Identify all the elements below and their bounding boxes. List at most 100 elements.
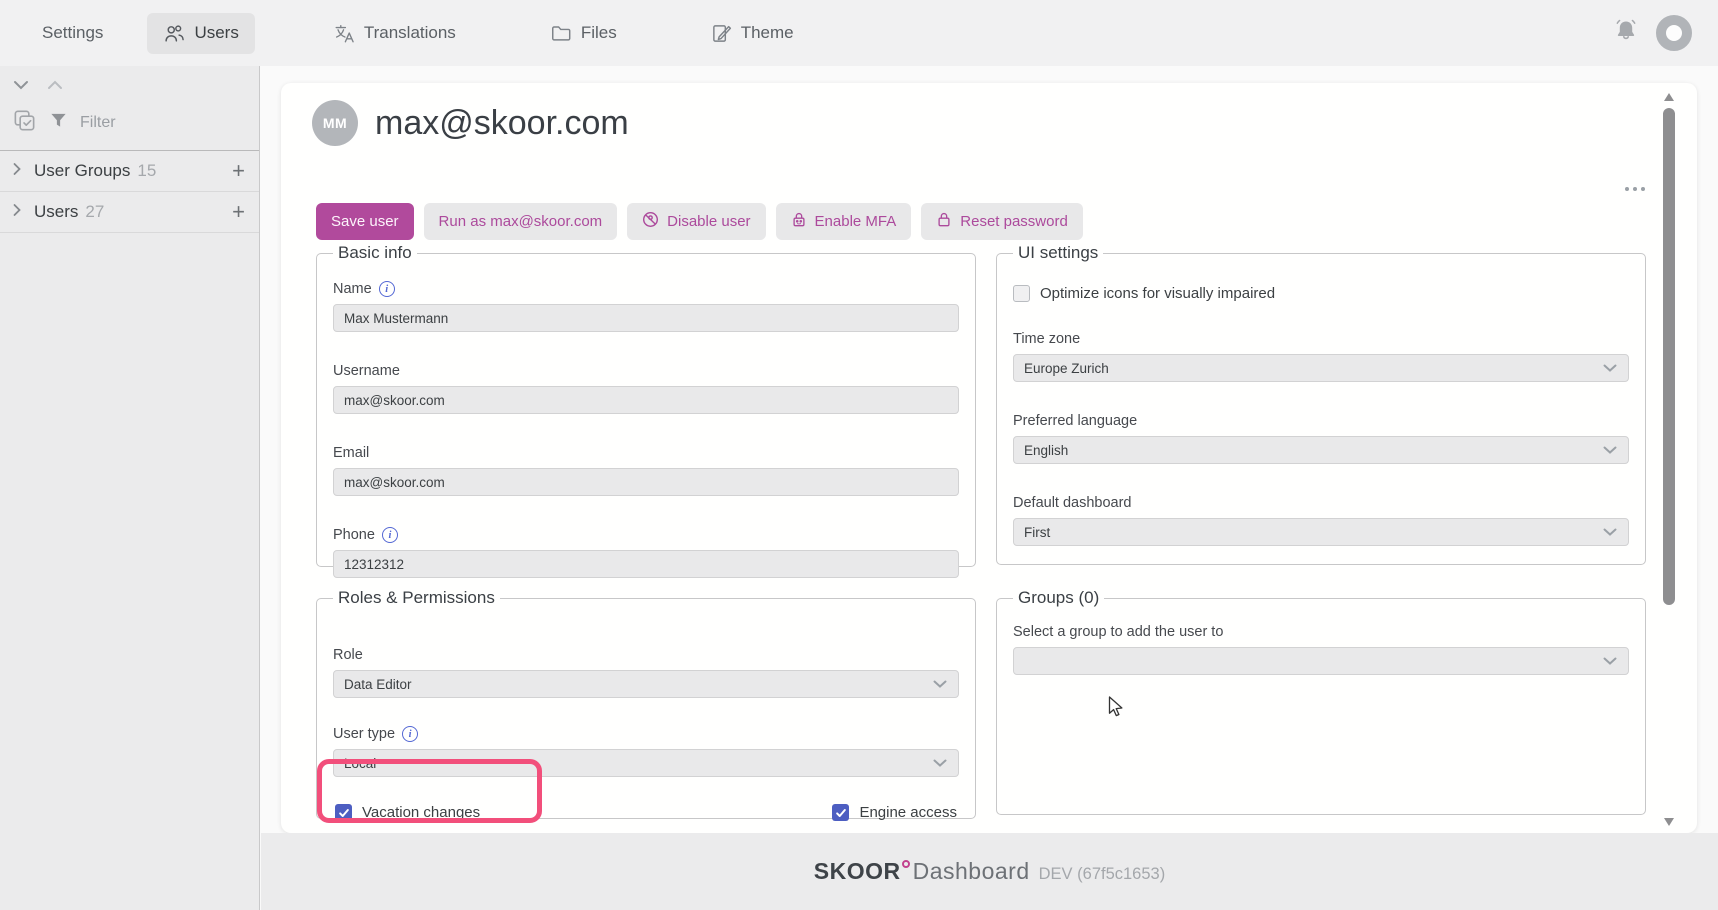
language-select[interactable]: English [1013,436,1629,464]
checkbox-checked[interactable] [832,804,849,821]
logo-product-text: Dashboard [913,858,1030,885]
username-field[interactable] [333,386,959,414]
disable-user-button[interactable]: Disable user [627,203,765,240]
checkbox-label: Engine access [859,804,957,821]
checkbox-label: Vacation changes [362,804,480,821]
ui-settings-section: UI settings Optimize icons for visually … [996,243,1646,565]
chevron-right-icon[interactable] [12,161,22,181]
logo-degree-icon [902,860,910,868]
sidebar-item-user-groups[interactable]: User Groups 15 + [0,151,259,192]
sidebar-item-users[interactable]: Users 27 + [0,192,259,233]
info-icon[interactable]: i [402,726,418,742]
field-label: Preferred language [1013,413,1137,429]
lock-icon [791,211,807,232]
tab-translations[interactable]: Translations [317,13,472,54]
chevron-down-icon [932,678,948,693]
sidebar-item-label: User Groups [34,161,130,181]
optimize-icons-checkbox-row[interactable]: Optimize icons for visually impaired [1013,285,1629,302]
checkbox-checked[interactable] [335,804,352,821]
tab-theme[interactable]: Theme [695,13,810,54]
sidebar: Filter User Groups 15 + Users 27 + [0,66,260,910]
tree-controls [0,66,259,100]
select-multiple-icon[interactable] [12,108,37,138]
scroll-up-arrow[interactable] [1664,93,1674,101]
user-detail-card: MM max@skoor.com Save user Run as max@sk… [281,83,1697,833]
vacation-changes-checkbox-row[interactable]: Vacation changes [335,804,480,821]
vertical-scrollbar[interactable] [1663,93,1675,826]
tab-users[interactable]: Users [147,13,254,54]
translate-icon [333,23,355,44]
section-legend: Groups (0) [1013,588,1104,608]
skoor-logo: SKOOR Dashboard DEV (67f5c1653) [814,858,1165,885]
tab-settings[interactable]: Settings [36,13,109,53]
phone-field[interactable] [333,550,959,578]
field-label: Select a group to add the user to [1013,624,1223,640]
tab-translations-label: Translations [364,23,456,43]
chevron-right-icon[interactable] [12,202,22,222]
save-user-button[interactable]: Save user [316,203,414,240]
roles-permissions-section: Roles & Permissions Role Data Editor Use… [316,588,976,819]
role-select[interactable]: Data Editor [333,670,959,698]
field-label: Email [333,445,369,461]
logo-brand-text: SKOOR [814,858,901,885]
section-legend: Roles & Permissions [333,588,500,608]
group-select[interactable] [1013,647,1629,675]
chevron-down-icon [1602,526,1618,541]
more-options-button[interactable] [1625,187,1645,191]
filter-row: Filter [0,100,259,151]
chevron-down-icon [1602,444,1618,459]
tab-users-label: Users [194,23,238,43]
add-user-group-button[interactable]: + [232,161,245,181]
expand-all-icon[interactable] [46,78,64,96]
field-label: Username [333,363,400,379]
tab-settings-label: Settings [42,23,103,43]
chevron-down-icon [932,757,948,772]
notifications-bell-icon[interactable] [1612,17,1640,50]
field-label: Time zone [1013,331,1080,347]
app-footer: SKOOR Dashboard DEV (67f5c1653) [261,833,1718,910]
disable-user-icon [642,211,659,232]
groups-section: Groups (0) Select a group to add the use… [996,588,1646,815]
section-legend: Basic info [333,243,417,263]
field-label: Phone [333,527,375,543]
section-legend: UI settings [1013,243,1103,263]
chevron-down-icon [1602,362,1618,377]
run-as-button[interactable]: Run as max@skoor.com [424,203,618,240]
user-initials-avatar: MM [312,100,358,146]
user-header: MM max@skoor.com [312,100,629,146]
chevron-down-icon [1602,655,1618,670]
reset-password-button[interactable]: Reset password [921,203,1083,240]
timezone-select[interactable]: Europe Zurich [1013,354,1629,382]
tab-files[interactable]: Files [534,13,633,53]
add-user-button[interactable]: + [232,202,245,222]
lock-icon [936,211,952,232]
user-avatar[interactable] [1656,15,1692,51]
default-dashboard-select[interactable]: First [1013,518,1629,546]
field-label: User type [333,726,395,742]
filter-input[interactable]: Filter [80,114,116,132]
sidebar-item-label: Users [34,202,78,222]
folder-icon [550,23,572,43]
scroll-down-arrow[interactable] [1664,818,1674,826]
item-count: 27 [85,202,104,222]
theme-icon [711,23,732,44]
info-icon[interactable]: i [382,527,398,543]
engine-access-checkbox-row[interactable]: Engine access [832,804,957,821]
checkbox-unchecked[interactable] [1013,285,1030,302]
scrollbar-thumb[interactable] [1663,108,1675,605]
name-field[interactable] [333,304,959,332]
basic-info-section: Basic info Name i Username Email Phone i [316,243,976,567]
email-field[interactable] [333,468,959,496]
field-label: Default dashboard [1013,495,1132,511]
user-type-select[interactable]: Local [333,749,959,777]
field-label: Role [333,647,363,663]
build-version-text: DEV (67f5c1653) [1039,865,1166,884]
item-count: 15 [137,161,156,181]
top-nav: Settings Users Translations Files [0,0,1718,66]
field-label: Name [333,281,372,297]
info-icon[interactable]: i [379,281,395,297]
tab-theme-label: Theme [741,23,794,43]
filter-funnel-icon[interactable] [49,111,68,135]
enable-mfa-button[interactable]: Enable MFA [776,203,912,240]
collapse-all-icon[interactable] [12,78,30,96]
